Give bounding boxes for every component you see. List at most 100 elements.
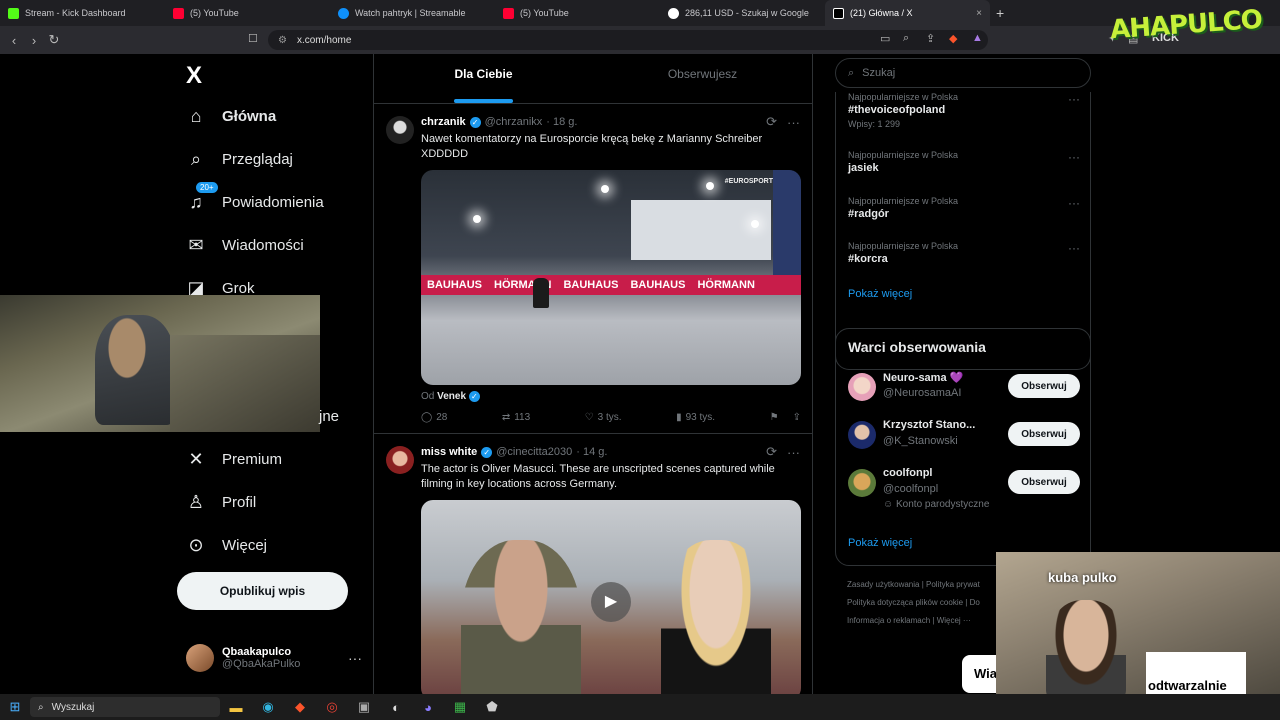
tweet-time[interactable]: · 14 g. (576, 446, 607, 458)
panel-title: Warci obserwowania (848, 339, 986, 355)
avatar (186, 644, 214, 672)
tab-following[interactable]: Obserwujesz (593, 54, 812, 103)
site-info-icon[interactable]: ⚙ (278, 35, 287, 46)
app-icon[interactable]: ▣ (348, 699, 380, 715)
more-icon[interactable]: ··· (1068, 241, 1080, 255)
x-icon (833, 7, 844, 19)
tweet[interactable]: chrzanik ✓ @chrzanikx · 18 g. ⟳ ··· Nawe… (374, 104, 812, 434)
brave-shield-icon[interactable]: ◆ (949, 32, 957, 45)
tweet-video[interactable]: #EUROSPORT BAUHAUS HÖRMANN BAUHAUS BAUHA… (421, 170, 801, 385)
tweet-author[interactable]: chrzanik (421, 116, 466, 128)
tab-youtube-1[interactable]: (5) YouTube (165, 0, 330, 26)
new-tab-button[interactable]: + (996, 5, 1004, 21)
more-icon[interactable]: ··· (348, 650, 362, 666)
media-skier (533, 278, 549, 308)
avatar[interactable] (848, 469, 876, 497)
timeline-tabs: Dla Ciebie Obserwujesz (374, 54, 812, 104)
tweet-handle[interactable]: @chrzanikx (485, 116, 543, 128)
tab-for-you[interactable]: Dla Ciebie (374, 54, 593, 103)
address-bar-row: ‹ › ↻ ☐ ⚙ x.com/home ▭ ⌕ ⇪ ◆ ▲ ✦ ▤ KICK (0, 26, 1280, 54)
account-switcher[interactable]: Qbaakapulco @QbaAkaPulko ··· (186, 644, 362, 672)
trend-item[interactable]: Najpopularniejsze w Polska #korcra ··· (848, 241, 1080, 265)
tweet-time[interactable]: · 18 g. (546, 116, 577, 128)
app-icon[interactable]: ▦ (444, 699, 476, 715)
grok-icon[interactable]: ⟳ (766, 444, 777, 460)
avatar[interactable] (386, 446, 414, 474)
verified-icon: ✓ (481, 446, 493, 458)
nav-item-home[interactable]: ⌂ Główna (186, 106, 277, 127)
discord-icon[interactable]: ◕ (412, 700, 444, 715)
media-source[interactable]: Od Venek ✓ (421, 391, 800, 402)
show-more-link[interactable]: Pokaż więcej (848, 288, 912, 300)
tweet[interactable]: miss white ✓ @cinecitta2030 · 14 g. ⟳ ··… (374, 434, 812, 694)
tab-kick[interactable]: Stream - Kick Dashboard (0, 0, 165, 26)
cast-icon[interactable]: ▭ (880, 32, 890, 45)
x-logo-icon[interactable]: X (186, 62, 202, 90)
tweet-handle[interactable]: @cinecitta2030 (496, 446, 572, 458)
nav-item-more[interactable]: ⊙ Więcej (186, 535, 267, 556)
youtube-icon (173, 7, 184, 19)
search-input[interactable]: ⌕ Szukaj (835, 58, 1091, 88)
tab-x-home[interactable]: (21) Główna / X × (825, 0, 990, 26)
more-icon[interactable]: ··· (1068, 150, 1080, 164)
media-light (706, 182, 714, 190)
tab-youtube-2[interactable]: (5) YouTube (495, 0, 660, 26)
media-building (631, 200, 771, 260)
trend-item[interactable]: Najpopularniejsze w Polska #thevoiceofpo… (848, 92, 1080, 129)
follow-suggestion[interactable]: Krzysztof Stano... @K_Stanowski Obserwuj (848, 419, 1080, 459)
tab-google[interactable]: 286,11 USD - Szukaj w Google (660, 0, 825, 26)
windows-start-icon[interactable]: ⊞ (0, 699, 30, 715)
forward-icon[interactable]: › (24, 33, 44, 48)
follow-button[interactable]: Obserwuj (1008, 470, 1080, 494)
repost-button[interactable]: ⇄ 113 (502, 412, 530, 423)
more-icon[interactable]: ··· (1068, 92, 1080, 106)
trend-item[interactable]: Najpopularniejsze w Polska jasiek ··· (848, 150, 1080, 174)
bookmark-icon[interactable]: ⚑ (770, 412, 779, 423)
notification-badge: 20+ (196, 182, 218, 193)
timeline: Dla Ciebie Obserwujesz chrzanik ✓ @chrza… (373, 54, 813, 694)
play-icon[interactable]: ▶ (591, 582, 631, 622)
tab-streamable[interactable]: Watch pahtryk | Streamable (330, 0, 495, 26)
brave-icon[interactable]: ◆ (284, 699, 316, 715)
rewards-icon[interactable]: ▲ (972, 32, 983, 44)
more-icon[interactable]: ··· (1068, 196, 1080, 210)
nav-item-profile[interactable]: ♙ Profil (186, 492, 256, 513)
nav-item-premium[interactable]: ✕ Premium (186, 449, 282, 470)
nav-item-messages[interactable]: ✉ Wiadomości (186, 235, 303, 256)
back-icon[interactable]: ‹ (4, 33, 24, 48)
nav-item-explore[interactable]: ⌕ Przeglądaj (186, 149, 293, 170)
obs-icon[interactable]: ◐ (380, 700, 412, 715)
zoom-icon[interactable]: ⌕ (903, 32, 909, 45)
app-icon[interactable]: ⬟ (476, 699, 508, 715)
taskbar-search[interactable]: ⌕ Wyszukaj (30, 697, 220, 717)
views-button[interactable]: ▮ 93 tys. (676, 412, 715, 423)
video-dashboard (170, 335, 320, 432)
file-explorer-icon[interactable]: ▬ (220, 700, 252, 715)
share-icon[interactable]: ⇪ (926, 32, 935, 45)
follow-button[interactable]: Obserwuj (1008, 374, 1080, 398)
publish-button[interactable]: Opublikuj wpis (177, 572, 348, 610)
close-tab-icon[interactable]: × (976, 8, 982, 19)
nav-item-notifications[interactable]: ♫ 20+ Powiadomienia (186, 182, 324, 213)
avatar[interactable] (386, 116, 414, 144)
chrome-icon[interactable]: ◎ (316, 699, 348, 715)
grok-icon[interactable]: ⟳ (766, 114, 777, 130)
trend-item[interactable]: Najpopularniejsze w Polska #radgór ··· (848, 196, 1080, 220)
avatar[interactable] (848, 421, 876, 449)
tweet-author[interactable]: miss white (421, 446, 477, 458)
edge-icon[interactable]: ◉ (252, 699, 284, 715)
more-icon[interactable]: ··· (787, 445, 800, 460)
like-button[interactable]: ♡ 3 tys. (585, 412, 622, 423)
reload-icon[interactable]: ↻ (44, 32, 64, 48)
browser-tab-bar: Stream - Kick Dashboard (5) YouTube Watc… (0, 0, 1280, 26)
bookmark-icon[interactable]: ☐ (248, 32, 258, 45)
tweet-video[interactable]: ▶ (421, 500, 801, 694)
follow-suggestion[interactable]: coolfonpl @coolfonpl ☺ Konto parodystycz… (848, 467, 1080, 510)
follow-suggestion[interactable]: Neuro-sama 💜 @NeurosamaAI Obserwuj (848, 371, 1080, 411)
share-icon[interactable]: ⇪ (793, 412, 801, 423)
avatar[interactable] (848, 373, 876, 401)
more-icon[interactable]: ··· (787, 115, 800, 130)
follow-button[interactable]: Obserwuj (1008, 422, 1080, 446)
reply-button[interactable]: ◯ 28 (421, 412, 447, 423)
show-more-link[interactable]: Pokaż więcej (848, 537, 912, 549)
